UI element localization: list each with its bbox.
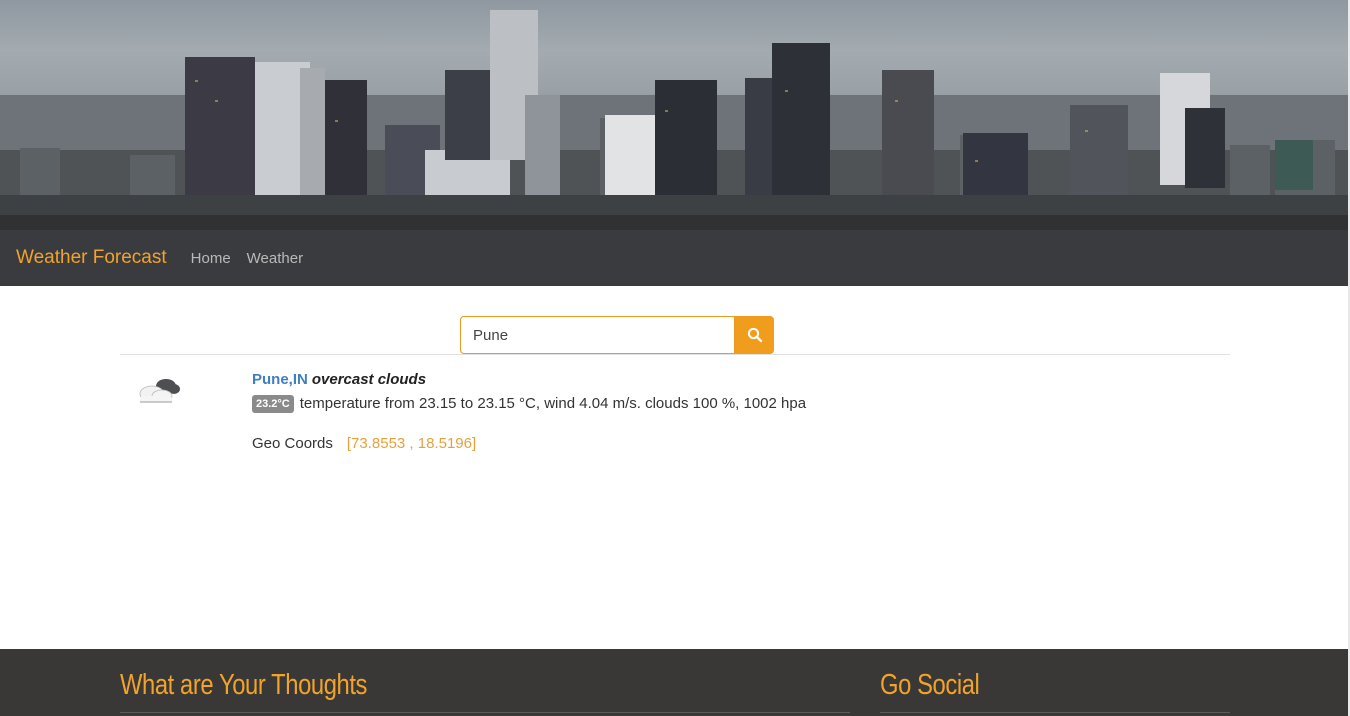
result-title-line: Pune,IN overcast clouds — [252, 370, 806, 390]
footer-social-rule — [880, 712, 1230, 713]
main-navbar: Weather Forecast Home Weather — [0, 230, 1350, 286]
search-icon — [747, 327, 762, 343]
header-banner-image — [0, 0, 1350, 230]
temperature-badge: 23.2°C — [252, 395, 294, 413]
brand-link[interactable]: Weather Forecast — [16, 247, 167, 269]
weather-details: temperature from 23.15 to 23.15 °C, wind… — [299, 395, 807, 412]
weather-result: Pune,IN overcast clouds 23.2°C temperatur… — [252, 370, 806, 454]
page-footer: What are Your Thoughts Go Social — [0, 649, 1350, 716]
weather-description: overcast clouds — [311, 371, 427, 388]
city-search-form — [460, 316, 774, 354]
overcast-clouds-icon — [139, 379, 180, 403]
city-skyline-image — [0, 10, 1350, 230]
content-divider — [120, 354, 1230, 355]
nav-link-home[interactable]: Home — [191, 250, 231, 267]
city-link[interactable]: Pune,IN — [252, 371, 308, 388]
footer-thoughts-rule — [120, 712, 850, 713]
search-button[interactable] — [735, 316, 774, 354]
geo-coords-value: [73.8553 , 18.5196] — [346, 435, 477, 452]
footer-thoughts-title: What are Your Thoughts — [120, 669, 368, 701]
geo-coords-line: Geo Coords [73.8553 , 18.5196] — [252, 434, 806, 454]
geo-coords-label: Geo Coords — [252, 435, 333, 452]
result-details-line: 23.2°C temperature from 23.15 to 23.15 °… — [252, 394, 806, 414]
nav-link-weather[interactable]: Weather — [247, 250, 303, 267]
footer-social-title: Go Social — [880, 669, 980, 701]
city-search-input[interactable] — [460, 316, 735, 354]
